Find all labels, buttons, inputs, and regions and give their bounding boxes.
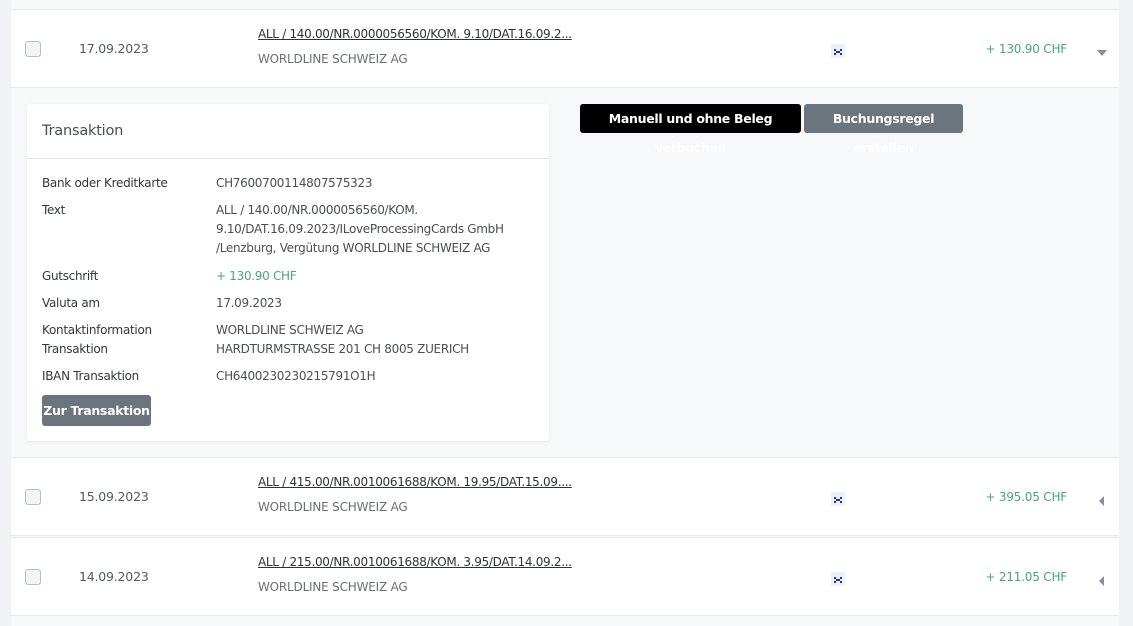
transaction-payee: WORLDLINE SCHWEIZ AG <box>258 52 408 66</box>
transaction-row[interactable]: 14.09.2023 ALL / 215.00/NR.0010061688/KO… <box>11 537 1119 616</box>
iban-label: IBAN Transaktion <box>42 369 139 383</box>
iban-value: CH6400230230215791O1H <box>216 369 376 383</box>
transaction-description-link[interactable]: ALL / 140.00/NR.0000056560/KOM. 9.10/DAT… <box>258 27 572 41</box>
divider <box>27 158 549 159</box>
transaction-description-link[interactable]: ALL / 415.00/NR.0010061688/KOM. 19.95/DA… <box>258 475 572 489</box>
credit-value: + 130.90 CHF <box>216 269 297 283</box>
transaction-description-link[interactable]: ALL / 215.00/NR.0010061688/KOM. 3.95/DAT… <box>258 555 572 569</box>
valuta-value: 17.09.2023 <box>216 296 282 310</box>
card-title: Transaktion <box>42 123 124 139</box>
transaction-list: 17.09.2023 ALL / 140.00/NR.0000056560/KO… <box>11 0 1119 626</box>
create-rule-button[interactable]: Buchungsregel erstellen <box>804 104 963 155</box>
text-value-line2: 9.10/DAT.16.09.2023/ILoveProcessingCards… <box>216 222 504 236</box>
goto-transaction-button[interactable]: Zur Transaktion <box>42 395 151 426</box>
bank-label: Bank oder Kreditkarte <box>42 176 168 190</box>
contact-label-line2: Transaktion <box>42 342 108 356</box>
row-checkbox[interactable] <box>25 569 41 585</box>
chevron-left-icon[interactable] <box>1096 492 1108 506</box>
payment-provider-icon <box>831 44 845 58</box>
chevron-down-icon[interactable] <box>1096 44 1108 56</box>
contact-value-line1: WORLDLINE SCHWEIZ AG <box>216 323 364 337</box>
contact-label-line1: Kontaktinformation <box>42 323 152 337</box>
transaction-amount: + 395.05 CHF <box>985 490 1067 504</box>
transaction-payee: WORLDLINE SCHWEIZ AG <box>258 500 408 514</box>
transaction-date: 17.09.2023 <box>79 41 149 56</box>
transaction-detail-card: Transaktion Bank oder Kreditkarte CH7600… <box>27 104 549 441</box>
manual-book-button[interactable]: Manuell und ohne Beleg verbuchen <box>580 104 801 155</box>
text-label: Text <box>42 203 66 217</box>
payment-provider-icon <box>831 492 845 506</box>
transaction-amount: + 211.05 CHF <box>985 570 1067 584</box>
text-value-line3: /Lenzburg, Vergütung WORLDLINE SCHWEIZ A… <box>216 241 491 255</box>
transaction-row[interactable]: 15.09.2023 ALL / 415.00/NR.0010061688/KO… <box>11 457 1119 536</box>
credit-label: Gutschrift <box>42 269 99 283</box>
bank-value: CH7600700114807575323 <box>216 176 373 190</box>
chevron-left-icon[interactable] <box>1096 572 1108 586</box>
row-checkbox[interactable] <box>25 489 41 505</box>
contact-value-line2: HARDTURMSTRASSE 201 CH 8005 ZUERICH <box>216 342 469 356</box>
transaction-payee: WORLDLINE SCHWEIZ AG <box>258 580 408 594</box>
text-value-line1: ALL / 140.00/NR.0000056560/KOM. <box>216 203 418 217</box>
transaction-amount: + 130.90 CHF <box>985 42 1067 56</box>
transaction-date: 14.09.2023 <box>79 569 149 584</box>
transaction-date: 15.09.2023 <box>79 489 149 504</box>
row-checkbox[interactable] <box>25 41 41 57</box>
transaction-row[interactable]: 17.09.2023 ALL / 140.00/NR.0000056560/KO… <box>11 9 1119 88</box>
valuta-label: Valuta am <box>42 296 100 310</box>
payment-provider-icon <box>831 572 845 586</box>
transaction-detail-panel: Transaktion Bank oder Kreditkarte CH7600… <box>11 89 1119 457</box>
